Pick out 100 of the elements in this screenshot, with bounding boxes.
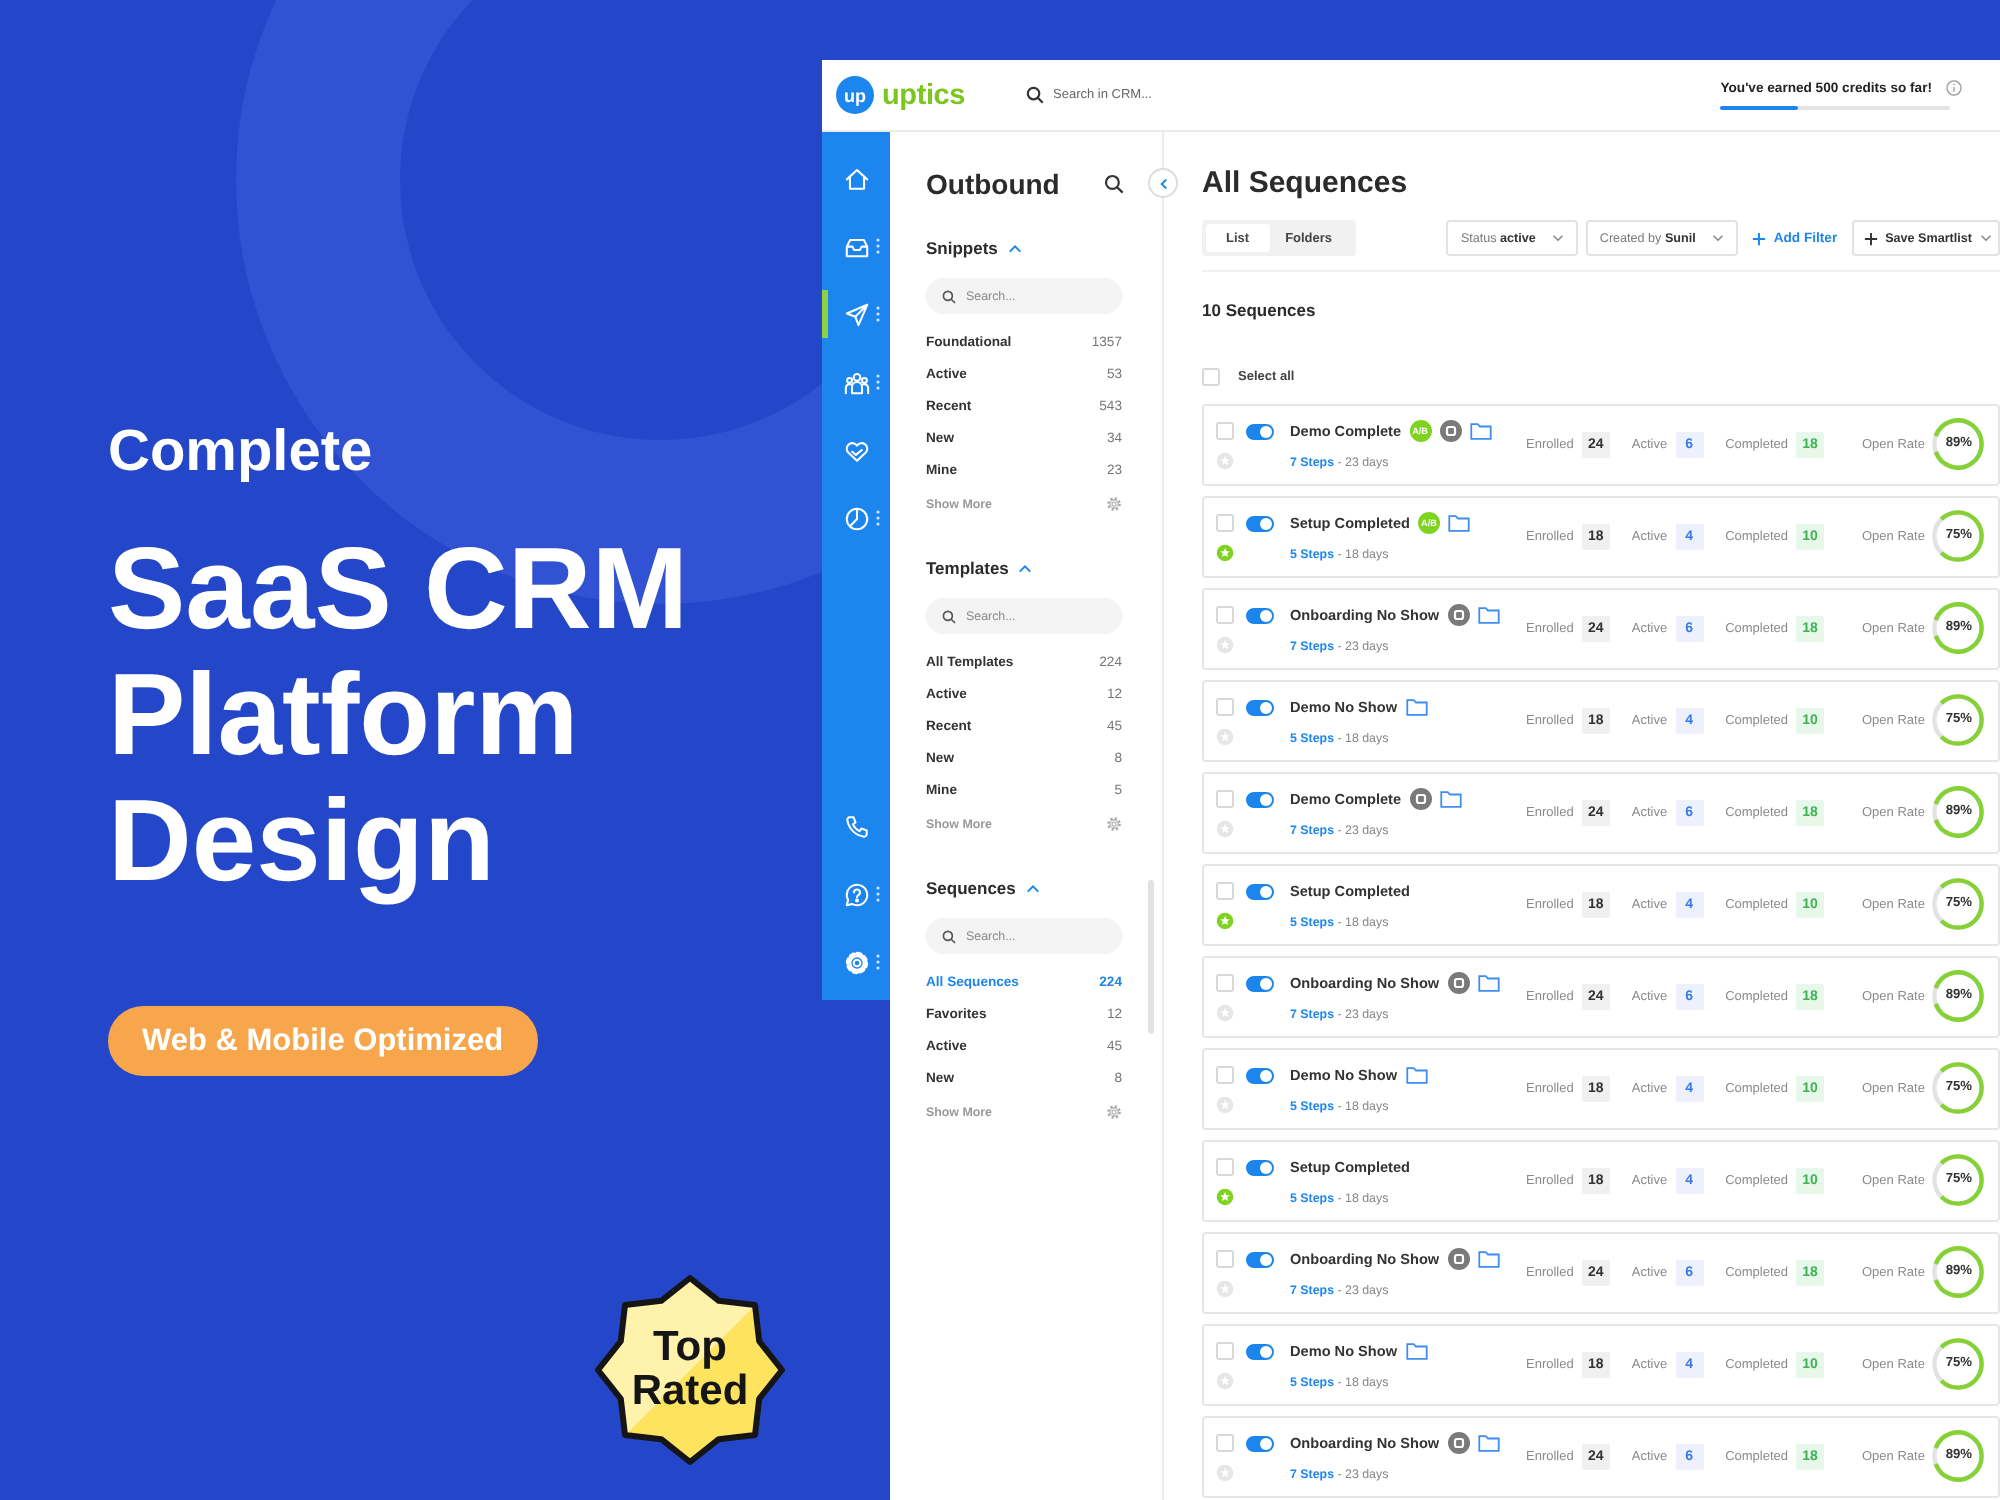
folder-icon[interactable]: [1405, 1342, 1428, 1360]
team-icon[interactable]: [843, 369, 869, 395]
folder-icon[interactable]: [1477, 974, 1500, 992]
toggle-switch[interactable]: [1246, 1436, 1274, 1452]
open-rate-ring: [1932, 1062, 1985, 1114]
toggle-switch[interactable]: [1246, 1160, 1274, 1176]
badge-text: Top Rated: [629, 1326, 751, 1414]
page-title: All Sequences: [1202, 164, 1410, 204]
chevron-down-icon: [1551, 234, 1564, 242]
search-icon: [942, 289, 956, 303]
section-title[interactable]: Templates: [926, 558, 1009, 578]
section-title[interactable]: Snippets: [926, 238, 998, 258]
folder-icon[interactable]: [1439, 790, 1462, 808]
feature-pill: Web & Mobile Optimized: [108, 1006, 538, 1076]
star-icon[interactable]: [1216, 820, 1234, 838]
open-rate-ring: [1932, 786, 1985, 838]
info-icon[interactable]: [1946, 80, 1962, 96]
plus-icon: [1751, 231, 1766, 245]
stop-icon: [1409, 788, 1432, 810]
chevron-up-icon[interactable]: [1018, 563, 1033, 573]
search-icon: [942, 929, 956, 943]
settings-icon[interactable]: [1106, 816, 1122, 832]
toggle-switch[interactable]: [1246, 424, 1274, 440]
row-checkbox[interactable]: [1216, 882, 1234, 900]
headline: SaaS CRM Platform Design: [108, 526, 691, 904]
row-checkbox[interactable]: [1216, 606, 1234, 624]
row-checkbox[interactable]: [1216, 1434, 1234, 1452]
stop-icon: [1447, 604, 1470, 626]
toggle-switch[interactable]: [1246, 1344, 1274, 1360]
settings-icon[interactable]: [1106, 1104, 1122, 1120]
open-rate-ring: [1932, 418, 1985, 470]
open-rate-ring: [1932, 1338, 1985, 1390]
open-rate-ring: [1932, 1430, 1985, 1482]
search-icon[interactable]: [1104, 174, 1124, 194]
toggle-switch[interactable]: [1246, 1252, 1274, 1268]
stop-icon: [1447, 972, 1470, 994]
star-icon[interactable]: [1216, 636, 1234, 654]
chevron-left-icon: [1159, 177, 1167, 189]
chevron-down-icon: [1711, 234, 1724, 242]
toggle-switch[interactable]: [1246, 1068, 1274, 1084]
toggle-switch[interactable]: [1246, 516, 1274, 532]
toggle-switch[interactable]: [1246, 700, 1274, 716]
star-icon[interactable]: [1216, 1372, 1234, 1390]
home-icon[interactable]: [843, 165, 869, 191]
folder-icon[interactable]: [1448, 514, 1470, 532]
star-icon[interactable]: [1216, 1188, 1234, 1206]
open-rate-ring: [1932, 878, 1985, 930]
folder-icon[interactable]: [1405, 1066, 1428, 1084]
phone-icon[interactable]: [843, 813, 869, 839]
stop-icon: [1447, 1248, 1470, 1270]
open-rate-ring: [1932, 1154, 1985, 1206]
folder-icon[interactable]: [1477, 606, 1500, 624]
heart-icon[interactable]: [843, 437, 869, 463]
row-checkbox[interactable]: [1216, 698, 1234, 716]
row-checkbox[interactable]: [1216, 514, 1234, 532]
chevron-up-icon[interactable]: [1007, 243, 1022, 253]
send-icon[interactable]: [843, 301, 869, 327]
section-title[interactable]: Sequences: [926, 878, 1016, 898]
search-icon: [942, 609, 956, 623]
stop-icon: [1439, 420, 1462, 442]
row-checkbox[interactable]: [1216, 1158, 1234, 1176]
sequence-count: 10 Sequences: [1202, 300, 1318, 322]
help-icon[interactable]: [843, 881, 869, 907]
row-checkbox[interactable]: [1216, 974, 1234, 992]
open-rate-ring: [1932, 970, 1985, 1022]
row-checkbox[interactable]: [1216, 1066, 1234, 1084]
star-icon[interactable]: [1216, 544, 1234, 562]
chevron-up-icon[interactable]: [1025, 883, 1040, 893]
star-icon[interactable]: [1216, 1096, 1234, 1114]
collapse-button[interactable]: [1148, 168, 1178, 198]
pie-chart-icon[interactable]: [843, 505, 869, 531]
folder-icon[interactable]: [1477, 1250, 1500, 1268]
folder-icon[interactable]: [1405, 698, 1428, 716]
row-checkbox[interactable]: [1216, 790, 1234, 808]
open-rate-ring: [1932, 510, 1985, 562]
folder-icon[interactable]: [1477, 1434, 1500, 1452]
star-icon[interactable]: [1216, 728, 1234, 746]
toggle-switch[interactable]: [1246, 792, 1274, 808]
row-checkbox[interactable]: [1216, 422, 1234, 440]
seal-icon: [592, 1272, 788, 1468]
row-checkbox[interactable]: [1216, 1250, 1234, 1268]
logo-mark[interactable]: up: [836, 76, 874, 114]
toggle-switch[interactable]: [1246, 976, 1274, 992]
inbox-icon[interactable]: [843, 233, 869, 259]
star-icon[interactable]: [1216, 1280, 1234, 1298]
row-checkbox[interactable]: [1216, 1342, 1234, 1360]
toggle-switch[interactable]: [1246, 884, 1274, 900]
folder-icon[interactable]: [1469, 422, 1492, 440]
search-icon[interactable]: [1025, 86, 1043, 104]
star-icon[interactable]: [1216, 452, 1234, 470]
toggle-switch[interactable]: [1246, 608, 1274, 624]
eyebrow-text: Complete: [108, 418, 375, 486]
star-icon[interactable]: [1216, 912, 1234, 930]
plus-icon: [1863, 231, 1878, 245]
settings-icon[interactable]: [1106, 496, 1122, 512]
panel-title: Outbound: [926, 166, 1060, 204]
select-all-checkbox[interactable]: [1202, 367, 1220, 385]
star-icon[interactable]: [1216, 1004, 1234, 1022]
open-rate-ring: [1932, 602, 1985, 654]
star-icon[interactable]: [1216, 1464, 1234, 1482]
